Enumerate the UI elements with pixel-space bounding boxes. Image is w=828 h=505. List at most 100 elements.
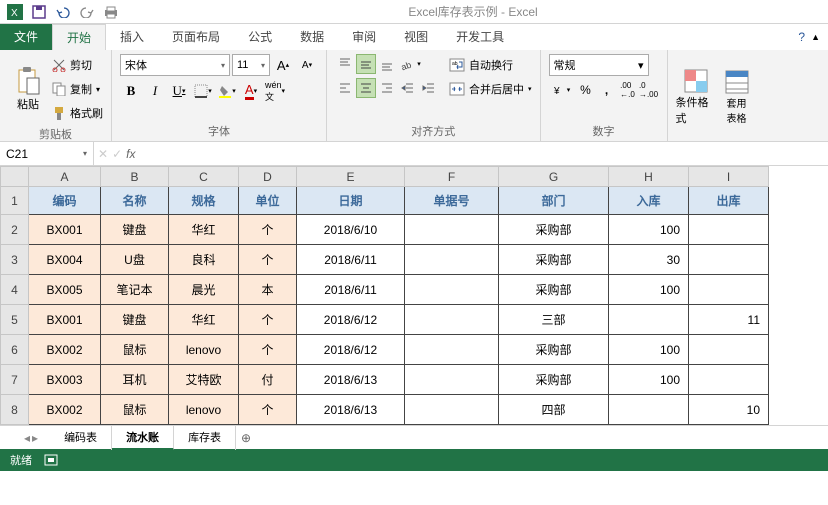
cell-B[interactable]: 键盘 xyxy=(101,305,169,335)
align-top-icon[interactable] xyxy=(335,54,355,74)
cell-I[interactable] xyxy=(689,275,769,305)
row-header-6[interactable]: 6 xyxy=(1,335,29,365)
tab-dev[interactable]: 开发工具 xyxy=(442,24,518,50)
col-header-I[interactable]: I xyxy=(689,167,769,187)
cell-H[interactable] xyxy=(609,305,689,335)
cell-E[interactable]: 2018/6/11 xyxy=(297,275,405,305)
align-center-icon[interactable] xyxy=(356,78,376,98)
merge-center-button[interactable]: 合并后居中 ▾ xyxy=(449,78,532,100)
cell-A[interactable]: BX002 xyxy=(29,335,101,365)
comma-format-icon[interactable]: , xyxy=(597,80,617,100)
cell-D[interactable]: 个 xyxy=(239,245,297,275)
header-cell[interactable]: 单位 xyxy=(239,187,297,215)
row-header-2[interactable]: 2 xyxy=(1,215,29,245)
name-box[interactable]: C21▾ xyxy=(0,142,94,165)
paste-button[interactable]: 粘贴 xyxy=(8,54,48,124)
cell-D[interactable]: 个 xyxy=(239,215,297,245)
cell-E[interactable]: 2018/6/12 xyxy=(297,335,405,365)
cell-G[interactable]: 采购部 xyxy=(499,335,609,365)
row-header-7[interactable]: 7 xyxy=(1,365,29,395)
cell-C[interactable]: 艾特欧 xyxy=(169,365,239,395)
tab-data[interactable]: 数据 xyxy=(286,24,338,50)
col-header-D[interactable]: D xyxy=(239,167,297,187)
decrease-font-icon[interactable]: A▾ xyxy=(296,54,318,76)
cell-A[interactable]: BX001 xyxy=(29,215,101,245)
cell-F[interactable] xyxy=(405,275,499,305)
cell-E[interactable]: 2018/6/10 xyxy=(297,215,405,245)
orientation-icon[interactable]: ab▾ xyxy=(398,54,424,74)
wrap-text-button[interactable]: ab自动换行 xyxy=(449,54,532,76)
cell-F[interactable] xyxy=(405,215,499,245)
cell-H[interactable] xyxy=(609,395,689,425)
row-header-4[interactable]: 4 xyxy=(1,275,29,305)
tab-insert[interactable]: 插入 xyxy=(106,24,158,50)
cell-C[interactable]: 华红 xyxy=(169,215,239,245)
cell-F[interactable] xyxy=(405,245,499,275)
row-header-5[interactable]: 5 xyxy=(1,305,29,335)
formula-input[interactable] xyxy=(139,146,828,161)
cell-D[interactable]: 个 xyxy=(239,305,297,335)
table-format-button[interactable]: 套用 表格 xyxy=(720,54,754,139)
header-cell[interactable]: 编码 xyxy=(29,187,101,215)
cell-D[interactable]: 本 xyxy=(239,275,297,305)
cell-E[interactable]: 2018/6/13 xyxy=(297,395,405,425)
cell-F[interactable] xyxy=(405,305,499,335)
cell-I[interactable] xyxy=(689,365,769,395)
sheet-tab[interactable]: 编码表 xyxy=(50,426,112,450)
underline-button[interactable]: U▾ xyxy=(168,80,190,102)
col-header-A[interactable]: A xyxy=(29,167,101,187)
increase-decimal-icon[interactable]: .00←.0 xyxy=(618,80,638,100)
header-cell[interactable]: 规格 xyxy=(169,187,239,215)
cell-A[interactable]: BX003 xyxy=(29,365,101,395)
cell-A[interactable]: BX004 xyxy=(29,245,101,275)
cell-H[interactable]: 100 xyxy=(609,215,689,245)
copy-button[interactable]: 复制 ▾ xyxy=(52,78,103,100)
cancel-icon[interactable]: ✕ xyxy=(98,147,108,161)
align-middle-icon[interactable] xyxy=(356,54,376,74)
row-header-3[interactable]: 3 xyxy=(1,245,29,275)
enter-icon[interactable]: ✓ xyxy=(112,147,122,161)
cell-G[interactable]: 四部 xyxy=(499,395,609,425)
cell-D[interactable]: 个 xyxy=(239,335,297,365)
row-header-8[interactable]: 8 xyxy=(1,395,29,425)
cell-G[interactable]: 三部 xyxy=(499,305,609,335)
cell-C[interactable]: lenovo xyxy=(169,335,239,365)
tab-review[interactable]: 审阅 xyxy=(338,24,390,50)
cell-D[interactable]: 个 xyxy=(239,395,297,425)
font-size-combo[interactable]: 11▾ xyxy=(232,54,270,76)
cut-button[interactable]: 剪切 xyxy=(52,54,103,76)
align-right-icon[interactable] xyxy=(377,78,397,98)
cell-C[interactable]: 华红 xyxy=(169,305,239,335)
print-icon[interactable] xyxy=(100,2,122,22)
excel-icon[interactable]: X xyxy=(4,2,26,22)
cell-F[interactable] xyxy=(405,365,499,395)
cell-B[interactable]: U盘 xyxy=(101,245,169,275)
cell-C[interactable]: lenovo xyxy=(169,395,239,425)
cell-B[interactable]: 耳机 xyxy=(101,365,169,395)
cell-E[interactable]: 2018/6/11 xyxy=(297,245,405,275)
cell-H[interactable]: 100 xyxy=(609,275,689,305)
tab-layout[interactable]: 页面布局 xyxy=(158,24,234,50)
cell-I[interactable] xyxy=(689,335,769,365)
format-painter-button[interactable]: 格式刷 xyxy=(52,102,103,124)
prev-sheet-icon[interactable]: ◂ xyxy=(24,431,30,445)
col-header-E[interactable]: E xyxy=(297,167,405,187)
cell-B[interactable]: 笔记本 xyxy=(101,275,169,305)
cell-B[interactable]: 鼠标 xyxy=(101,395,169,425)
align-left-icon[interactable] xyxy=(335,78,355,98)
accounting-format-icon[interactable]: ¥▾ xyxy=(549,80,575,100)
col-header-G[interactable]: G xyxy=(499,167,609,187)
fill-color-button[interactable]: ▾ xyxy=(216,80,238,102)
cell-D[interactable]: 付 xyxy=(239,365,297,395)
conditional-format-button[interactable]: 条件格式 xyxy=(676,54,716,139)
percent-format-icon[interactable]: % xyxy=(576,80,596,100)
help-icon[interactable]: ? xyxy=(798,30,805,44)
cell-A[interactable]: BX001 xyxy=(29,305,101,335)
header-cell[interactable]: 单据号 xyxy=(405,187,499,215)
font-name-combo[interactable]: 宋体▾ xyxy=(120,54,230,76)
cell-A[interactable]: BX002 xyxy=(29,395,101,425)
cell-G[interactable]: 采购部 xyxy=(499,365,609,395)
tab-view[interactable]: 视图 xyxy=(390,24,442,50)
row-header-1[interactable]: 1 xyxy=(1,187,29,215)
redo-icon[interactable] xyxy=(76,2,98,22)
